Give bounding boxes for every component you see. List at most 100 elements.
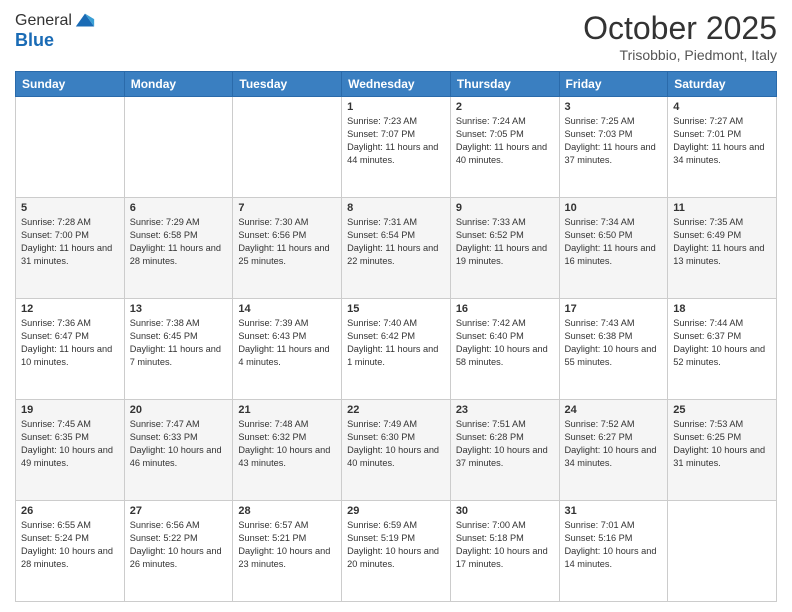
calendar-cell: 16 Sunrise: 7:42 AM Sunset: 6:40 PM Dayli… xyxy=(450,299,559,400)
cell-text: Sunrise: 7:25 AM Sunset: 7:03 PM Dayligh… xyxy=(565,115,663,167)
col-tuesday: Tuesday xyxy=(233,72,342,97)
day-number: 11 xyxy=(673,202,771,214)
cell-text: Sunrise: 7:36 AM Sunset: 6:47 PM Dayligh… xyxy=(21,317,119,369)
col-saturday: Saturday xyxy=(668,72,777,97)
header: General Blue October 2025 Trisobbio, Pie… xyxy=(15,10,777,63)
calendar-cell xyxy=(668,501,777,602)
cell-text: Sunrise: 7:01 AM Sunset: 5:16 PM Dayligh… xyxy=(565,519,663,571)
cell-text: Sunrise: 7:45 AM Sunset: 6:35 PM Dayligh… xyxy=(21,418,119,470)
calendar-cell: 17 Sunrise: 7:43 AM Sunset: 6:38 PM Dayli… xyxy=(559,299,668,400)
col-friday: Friday xyxy=(559,72,668,97)
calendar-cell xyxy=(16,97,125,198)
day-number: 23 xyxy=(456,404,554,416)
calendar-cell: 30Sunrise: 7:00 AM Sunset: 5:18 PM Dayli… xyxy=(450,501,559,602)
cell-text: Sunrise: 6:56 AM Sunset: 5:22 PM Dayligh… xyxy=(130,519,228,571)
day-number: 12 xyxy=(21,303,119,315)
day-number: 21 xyxy=(238,404,336,416)
day-number: 8 xyxy=(347,202,445,214)
logo-blue: Blue xyxy=(15,30,96,51)
cell-text: Sunrise: 7:30 AM Sunset: 6:56 PM Dayligh… xyxy=(238,216,336,268)
cell-text: Sunrise: 7:34 AM Sunset: 6:50 PM Dayligh… xyxy=(565,216,663,268)
calendar-cell: 19Sunrise: 7:45 AM Sunset: 6:35 PM Dayli… xyxy=(16,400,125,501)
col-thursday: Thursday xyxy=(450,72,559,97)
calendar-cell: 4 Sunrise: 7:27 AM Sunset: 7:01 PM Daylig… xyxy=(668,97,777,198)
calendar-week-4: 19Sunrise: 7:45 AM Sunset: 6:35 PM Dayli… xyxy=(16,400,777,501)
day-number: 20 xyxy=(130,404,228,416)
cell-text: Sunrise: 7:48 AM Sunset: 6:32 PM Dayligh… xyxy=(238,418,336,470)
calendar-cell xyxy=(233,97,342,198)
day-number: 14 xyxy=(238,303,336,315)
logo-icon xyxy=(74,10,96,32)
calendar-cell: 7 Sunrise: 7:30 AM Sunset: 6:56 PM Daylig… xyxy=(233,198,342,299)
calendar-cell: 29 Sunrise: 6:59 AM Sunset: 5:19 PM Dayli… xyxy=(342,501,451,602)
day-number: 28 xyxy=(238,505,336,517)
day-number: 26 xyxy=(21,505,119,517)
day-number: 29 xyxy=(347,505,445,517)
calendar-cell: 12 Sunrise: 7:36 AM Sunset: 6:47 PM Dayli… xyxy=(16,299,125,400)
calendar-cell: 18 Sunrise: 7:44 AM Sunset: 6:37 PM Dayli… xyxy=(668,299,777,400)
calendar-cell: 26 Sunrise: 6:55 AM Sunset: 5:24 PM Dayli… xyxy=(16,501,125,602)
calendar-cell: 21 Sunrise: 7:48 AM Sunset: 6:32 PM Dayli… xyxy=(233,400,342,501)
cell-text: Sunrise: 6:55 AM Sunset: 5:24 PM Dayligh… xyxy=(21,519,119,571)
calendar-cell: 6Sunrise: 7:29 AM Sunset: 6:58 PM Daylig… xyxy=(124,198,233,299)
calendar-cell: 27 Sunrise: 6:56 AM Sunset: 5:22 PM Dayli… xyxy=(124,501,233,602)
calendar-cell: 3 Sunrise: 7:25 AM Sunset: 7:03 PM Daylig… xyxy=(559,97,668,198)
col-wednesday: Wednesday xyxy=(342,72,451,97)
calendar-cell: 10 Sunrise: 7:34 AM Sunset: 6:50 PM Dayli… xyxy=(559,198,668,299)
calendar-cell: 25Sunrise: 7:53 AM Sunset: 6:25 PM Dayli… xyxy=(668,400,777,501)
calendar-cell: 2 Sunrise: 7:24 AM Sunset: 7:05 PM Daylig… xyxy=(450,97,559,198)
day-number: 16 xyxy=(456,303,554,315)
day-number: 22 xyxy=(347,404,445,416)
calendar-cell: 20Sunrise: 7:47 AM Sunset: 6:33 PM Dayli… xyxy=(124,400,233,501)
calendar-cell: 31 Sunrise: 7:01 AM Sunset: 5:16 PM Dayli… xyxy=(559,501,668,602)
col-sunday: Sunday xyxy=(16,72,125,97)
cell-text: Sunrise: 7:43 AM Sunset: 6:38 PM Dayligh… xyxy=(565,317,663,369)
cell-text: Sunrise: 7:38 AM Sunset: 6:45 PM Dayligh… xyxy=(130,317,228,369)
cell-text: Sunrise: 7:51 AM Sunset: 6:28 PM Dayligh… xyxy=(456,418,554,470)
cell-text: Sunrise: 7:33 AM Sunset: 6:52 PM Dayligh… xyxy=(456,216,554,268)
day-number: 5 xyxy=(21,202,119,214)
calendar-cell: 9 Sunrise: 7:33 AM Sunset: 6:52 PM Daylig… xyxy=(450,198,559,299)
day-number: 3 xyxy=(565,101,663,113)
cell-text: Sunrise: 7:31 AM Sunset: 6:54 PM Dayligh… xyxy=(347,216,445,268)
col-monday: Monday xyxy=(124,72,233,97)
cell-text: Sunrise: 7:49 AM Sunset: 6:30 PM Dayligh… xyxy=(347,418,445,470)
title-area: October 2025 Trisobbio, Piedmont, Italy xyxy=(583,10,777,63)
cell-text: Sunrise: 7:53 AM Sunset: 6:25 PM Dayligh… xyxy=(673,418,771,470)
day-number: 1 xyxy=(347,101,445,113)
cell-text: Sunrise: 7:27 AM Sunset: 7:01 PM Dayligh… xyxy=(673,115,771,167)
calendar-cell: 23 Sunrise: 7:51 AM Sunset: 6:28 PM Dayli… xyxy=(450,400,559,501)
calendar-cell: 5 Sunrise: 7:28 AM Sunset: 7:00 PM Daylig… xyxy=(16,198,125,299)
day-number: 10 xyxy=(565,202,663,214)
cell-text: Sunrise: 7:44 AM Sunset: 6:37 PM Dayligh… xyxy=(673,317,771,369)
calendar-week-3: 12 Sunrise: 7:36 AM Sunset: 6:47 PM Dayli… xyxy=(16,299,777,400)
day-number: 17 xyxy=(565,303,663,315)
page: General Blue October 2025 Trisobbio, Pie… xyxy=(0,0,792,612)
calendar-week-5: 26 Sunrise: 6:55 AM Sunset: 5:24 PM Dayli… xyxy=(16,501,777,602)
cell-text: Sunrise: 7:23 AM Sunset: 7:07 PM Dayligh… xyxy=(347,115,445,167)
cell-text: Sunrise: 7:39 AM Sunset: 6:43 PM Dayligh… xyxy=(238,317,336,369)
day-number: 4 xyxy=(673,101,771,113)
logo-general: General xyxy=(15,12,72,30)
calendar-cell: 11 Sunrise: 7:35 AM Sunset: 6:49 PM Dayli… xyxy=(668,198,777,299)
cell-text: Sunrise: 7:28 AM Sunset: 7:00 PM Dayligh… xyxy=(21,216,119,268)
calendar-cell: 24Sunrise: 7:52 AM Sunset: 6:27 PM Dayli… xyxy=(559,400,668,501)
day-number: 15 xyxy=(347,303,445,315)
day-number: 18 xyxy=(673,303,771,315)
cell-text: Sunrise: 7:52 AM Sunset: 6:27 PM Dayligh… xyxy=(565,418,663,470)
calendar-week-1: 1 Sunrise: 7:23 AM Sunset: 7:07 PM Daylig… xyxy=(16,97,777,198)
month-title: October 2025 xyxy=(583,10,777,47)
cell-text: Sunrise: 7:40 AM Sunset: 6:42 PM Dayligh… xyxy=(347,317,445,369)
calendar-cell: 1 Sunrise: 7:23 AM Sunset: 7:07 PM Daylig… xyxy=(342,97,451,198)
day-number: 13 xyxy=(130,303,228,315)
day-number: 7 xyxy=(238,202,336,214)
day-number: 31 xyxy=(565,505,663,517)
cell-text: Sunrise: 7:35 AM Sunset: 6:49 PM Dayligh… xyxy=(673,216,771,268)
cell-text: Sunrise: 7:42 AM Sunset: 6:40 PM Dayligh… xyxy=(456,317,554,369)
day-number: 2 xyxy=(456,101,554,113)
cell-text: Sunrise: 6:59 AM Sunset: 5:19 PM Dayligh… xyxy=(347,519,445,571)
day-number: 9 xyxy=(456,202,554,214)
cell-text: Sunrise: 7:24 AM Sunset: 7:05 PM Dayligh… xyxy=(456,115,554,167)
cell-text: Sunrise: 7:29 AM Sunset: 6:58 PM Dayligh… xyxy=(130,216,228,268)
day-number: 27 xyxy=(130,505,228,517)
